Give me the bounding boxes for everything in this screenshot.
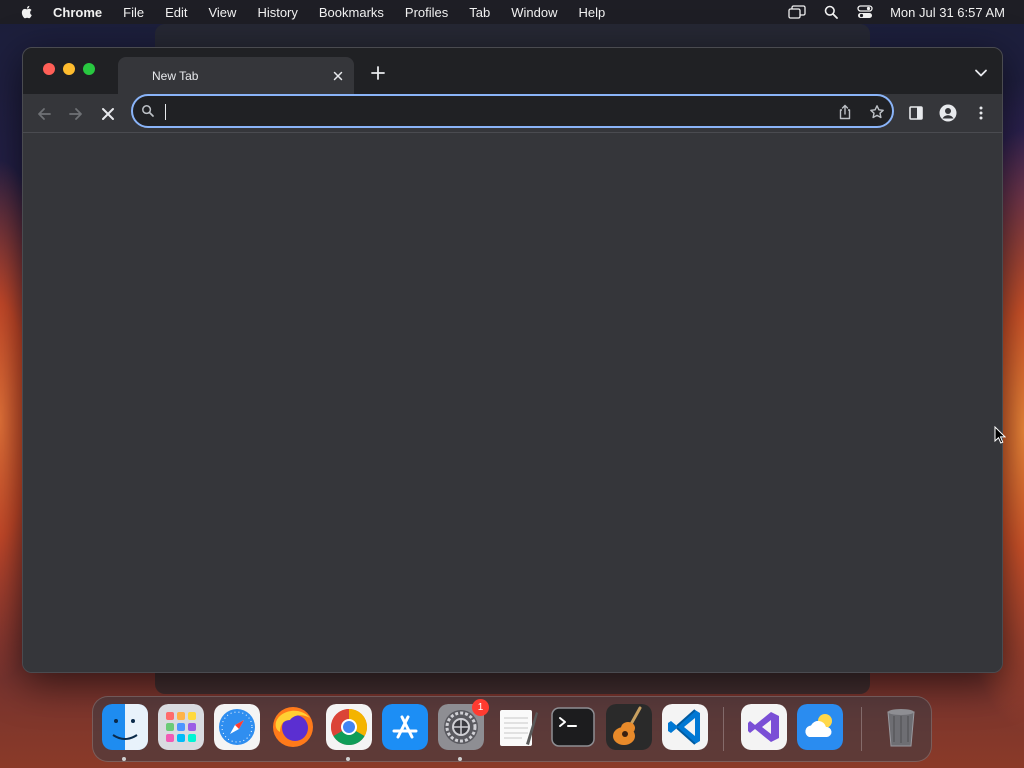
menubar-clock[interactable]: Mon Jul 31 6:57 AM bbox=[890, 5, 1005, 20]
forward-arrow-icon[interactable] bbox=[67, 105, 85, 123]
text-cursor bbox=[165, 104, 166, 120]
menu-bookmarks[interactable]: Bookmarks bbox=[319, 5, 384, 20]
side-panel-icon[interactable] bbox=[907, 104, 925, 122]
new-tab-plus-icon[interactable] bbox=[370, 65, 386, 81]
dock-finder-icon[interactable] bbox=[102, 704, 148, 750]
spotlight-search-icon[interactable] bbox=[822, 4, 840, 20]
apple-logo-icon[interactable] bbox=[19, 4, 35, 20]
kebab-menu-icon[interactable] bbox=[972, 104, 990, 122]
tab-search-chevron-icon[interactable] bbox=[974, 65, 988, 77]
address-input[interactable] bbox=[163, 100, 803, 122]
dock-divider-trash bbox=[861, 707, 862, 751]
tab-new-tab[interactable]: New Tab bbox=[118, 57, 354, 94]
dock-firefox-icon[interactable] bbox=[270, 704, 316, 750]
dock-divider bbox=[723, 707, 724, 751]
bookmark-star-icon[interactable] bbox=[869, 104, 885, 120]
page-content-area[interactable] bbox=[23, 133, 1002, 672]
dock-visual-studio-icon[interactable] bbox=[741, 704, 787, 750]
back-arrow-icon[interactable] bbox=[35, 105, 53, 123]
menu-bar: Chrome File Edit View History Bookmarks … bbox=[0, 0, 1024, 24]
menu-app-name[interactable]: Chrome bbox=[53, 5, 102, 20]
dock-trash-icon[interactable] bbox=[878, 704, 924, 750]
dock: 1 bbox=[92, 696, 932, 762]
system-settings-running-indicator bbox=[458, 757, 462, 761]
menu-edit[interactable]: Edit bbox=[165, 5, 187, 20]
dock-weather-icon[interactable] bbox=[797, 704, 843, 750]
menu-window[interactable]: Window bbox=[511, 5, 557, 20]
profile-avatar-icon[interactable] bbox=[939, 104, 957, 122]
menu-tab[interactable]: Tab bbox=[469, 5, 490, 20]
tab-close-icon[interactable] bbox=[330, 68, 346, 84]
menu-history[interactable]: History bbox=[257, 5, 297, 20]
menu-file[interactable]: File bbox=[123, 5, 144, 20]
chrome-running-indicator bbox=[346, 757, 350, 761]
tab-strip: New Tab bbox=[23, 48, 1002, 94]
control-center-icon[interactable] bbox=[856, 4, 874, 20]
tab-title: New Tab bbox=[152, 68, 199, 83]
window-fullscreen-button[interactable] bbox=[83, 63, 95, 75]
address-bar[interactable] bbox=[131, 94, 894, 128]
system-settings-notification-badge: 1 bbox=[472, 699, 489, 716]
menubar-status-area: Mon Jul 31 6:57 AM bbox=[772, 0, 1005, 24]
chrome-window: New Tab bbox=[22, 47, 1003, 673]
dock-garageband-icon[interactable] bbox=[606, 704, 652, 750]
dock-safari-icon[interactable] bbox=[214, 704, 260, 750]
mouse-pointer-icon bbox=[994, 426, 1006, 444]
dock-textedit-icon[interactable] bbox=[494, 704, 540, 750]
menu-view[interactable]: View bbox=[208, 5, 236, 20]
stop-loading-x-icon[interactable] bbox=[99, 105, 117, 123]
finder-running-indicator bbox=[122, 757, 126, 761]
window-close-button[interactable] bbox=[43, 63, 55, 75]
share-icon[interactable] bbox=[837, 104, 853, 120]
dock-launchpad-icon[interactable] bbox=[158, 704, 204, 750]
dock-app-store-icon[interactable] bbox=[382, 704, 428, 750]
dock-chrome-icon[interactable] bbox=[326, 704, 372, 750]
dock-vscode-icon[interactable] bbox=[662, 704, 708, 750]
dock-terminal-icon[interactable] bbox=[550, 704, 596, 750]
window-minimize-button[interactable] bbox=[63, 63, 75, 75]
menu-profiles[interactable]: Profiles bbox=[405, 5, 448, 20]
omnibox-search-icon bbox=[142, 105, 154, 117]
screen-mirroring-icon[interactable] bbox=[788, 4, 806, 20]
menu-help[interactable]: Help bbox=[579, 5, 606, 20]
